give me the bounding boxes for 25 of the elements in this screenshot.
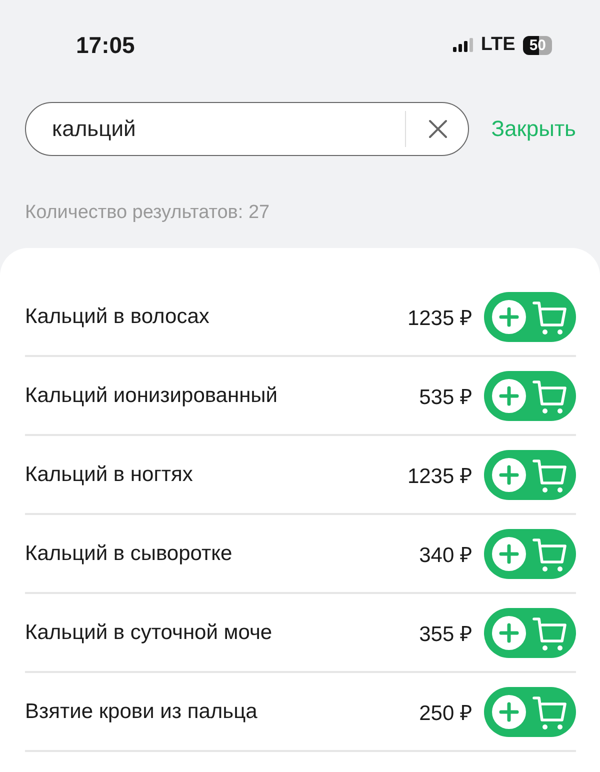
test-price: 250 ₽ [419, 700, 472, 726]
test-name[interactable]: Кальций в сыворотке [25, 542, 420, 566]
signal-icon [452, 38, 473, 52]
test-name[interactable]: Кальций в ногтях [25, 462, 408, 486]
test-name[interactable]: Кальций в суточной моче [25, 620, 420, 644]
status-time: 17:05 [76, 32, 135, 58]
add-to-cart-button[interactable] [484, 370, 576, 420]
add-to-cart-button[interactable] [484, 686, 576, 736]
add-to-cart-button[interactable] [484, 528, 576, 578]
test-price: 535 ₽ [419, 384, 472, 410]
test-name[interactable]: Взятие крови из пальца [25, 700, 420, 724]
add-to-cart-button[interactable] [484, 608, 576, 658]
search-field[interactable]: кальций [25, 102, 470, 156]
results-count: Количество результатов: 27 [24, 201, 271, 224]
test-name[interactable]: Кальций ионизированный [25, 384, 420, 408]
test-price: 355 ₽ [419, 622, 472, 646]
test-price: 340 ₽ [419, 542, 472, 568]
add-to-cart-button[interactable] [484, 292, 576, 342]
test-name[interactable]: Кальций в волосах [25, 304, 408, 328]
search-query: кальций [52, 116, 137, 142]
add-to-cart-button[interactable] [484, 450, 576, 500]
test-price: 1235 ₽ [407, 306, 472, 330]
test-price: 1235 ₽ [407, 464, 472, 488]
network-label: LTE [480, 34, 516, 56]
clear-icon[interactable] [428, 119, 448, 139]
